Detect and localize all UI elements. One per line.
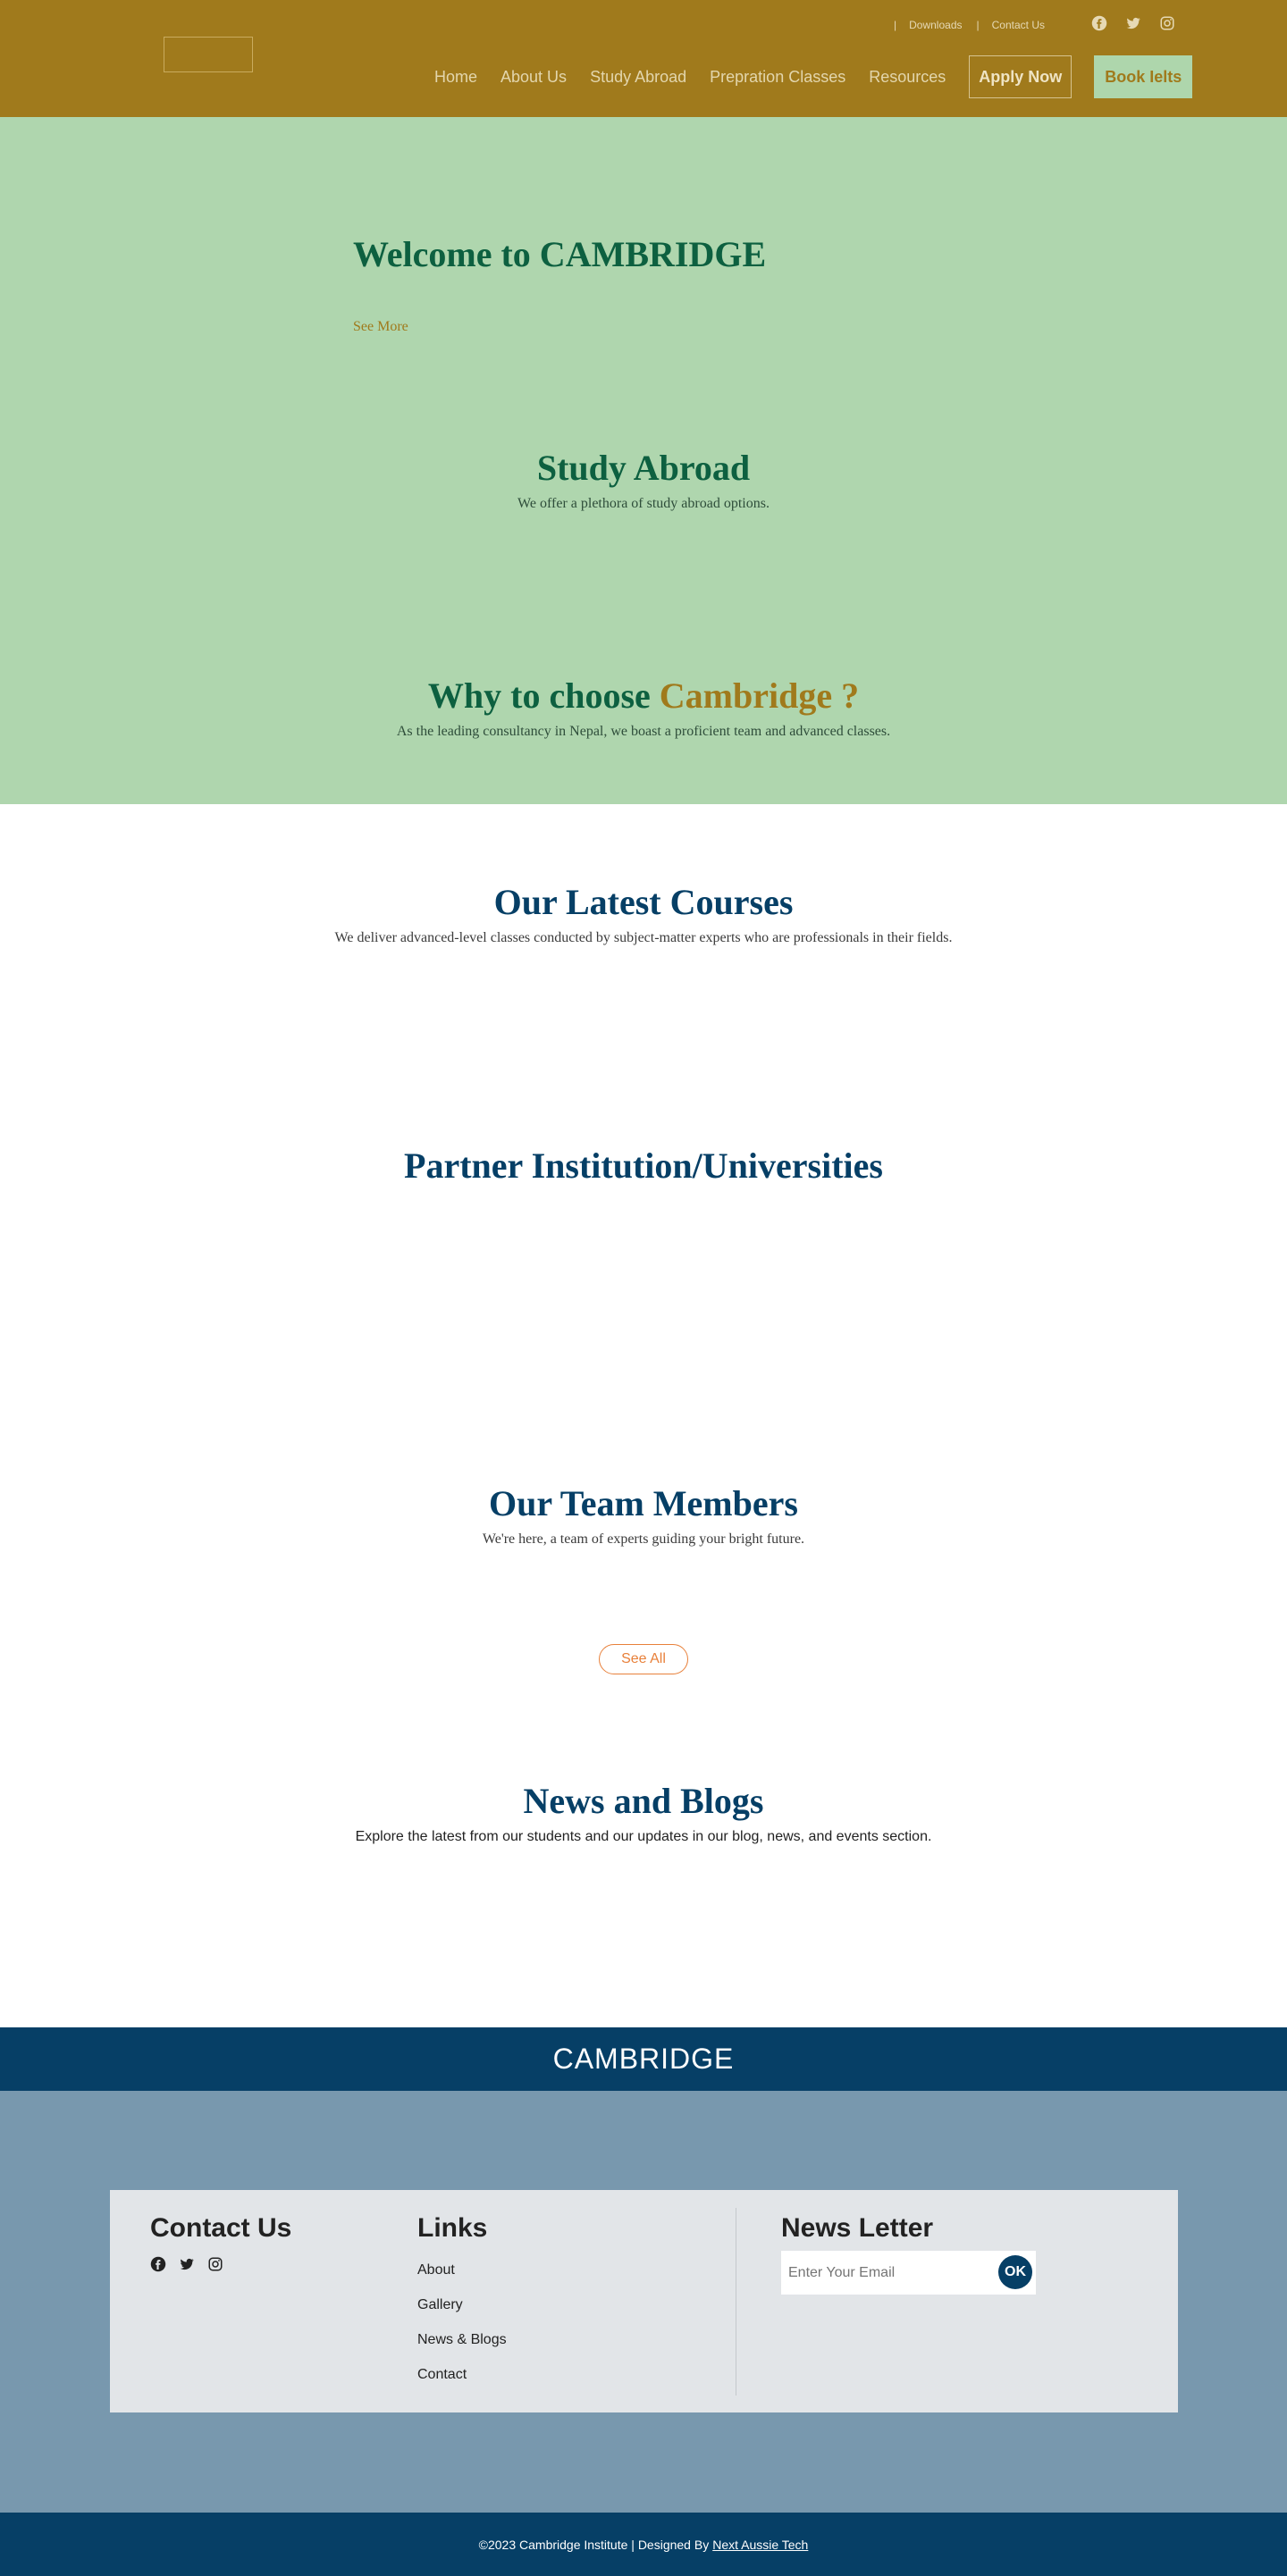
hero-title: Welcome to CAMBRIDGE (353, 234, 767, 274)
facebook-icon[interactable] (150, 2256, 166, 2272)
footer-contact-column: Contact Us (150, 2213, 291, 2272)
footer-links-list: About Gallery News & Blogs Contact (417, 2253, 507, 2392)
downloads-link[interactable]: Downloads (909, 19, 962, 31)
contact-us-link[interactable]: Contact Us (992, 19, 1045, 31)
twitter-icon[interactable] (1124, 14, 1142, 32)
footer-link-news-blogs[interactable]: News & Blogs (417, 2332, 507, 2347)
main-nav: Home About Us Study Abroad Prepration Cl… (434, 55, 1193, 98)
instagram-icon[interactable] (207, 2256, 223, 2272)
designer-link[interactable]: Next Aussie Tech (712, 2538, 808, 2552)
news-section: News and Blogs Explore the latest from o… (0, 1780, 1287, 1845)
facebook-icon[interactable] (1090, 14, 1108, 32)
newsletter-form: OK (781, 2251, 1036, 2295)
see-more-link[interactable]: See More (353, 319, 408, 335)
footer-links-column: Links About Gallery News & Blogs Contact (417, 2213, 507, 2392)
partners-section: Partner Institution/Universities (0, 1145, 1287, 1187)
footer-contact-title: Contact Us (150, 2213, 292, 2243)
hero-section: Welcome to CAMBRIDGE See More Study Abro… (0, 117, 1287, 804)
team-section: Our Team Members We're here, a team of e… (0, 1482, 1287, 1548)
nav-study-abroad[interactable]: Study Abroad (590, 68, 686, 87)
team-title: Our Team Members (489, 1483, 798, 1523)
header-social-icons (1090, 14, 1176, 32)
newsletter-title: News Letter (781, 2213, 934, 2243)
top-link-separator: | (894, 19, 897, 31)
why-choose-section: Why to choose Cambridge ? As the leading… (0, 675, 1287, 740)
footer-social-icons (150, 2256, 291, 2272)
study-abroad-title: Study Abroad (536, 448, 751, 488)
study-abroad-subtitle: We offer a plethora of study abroad opti… (517, 496, 770, 511)
news-subtitle: Explore the latest from our students and… (355, 1829, 932, 1844)
why-choose-subtitle: As the leading consultancy in Nepal, we … (396, 724, 891, 739)
site-header: | Downloads | Contact Us Home About Us S… (0, 0, 1287, 117)
footer-card: Contact Us Links About Gallery News & Bl… (110, 2190, 1178, 2412)
why-choose-title: Why to choose Cambridge ? (0, 675, 1287, 717)
newsletter-submit-button[interactable]: OK (998, 2255, 1032, 2289)
latest-courses-section: Our Latest Courses We deliver advanced-l… (0, 881, 1287, 946)
footer-link-gallery[interactable]: Gallery (417, 2297, 463, 2312)
latest-courses-title: Our Latest Courses (493, 882, 794, 922)
team-subtitle: We're here, a team of experts guiding yo… (482, 1531, 805, 1547)
brand-name: CAMBRIDGE (552, 2043, 735, 2075)
instagram-icon[interactable] (1158, 14, 1176, 32)
footer-link-about[interactable]: About (417, 2262, 455, 2278)
why-choose-title-prefix: Why to choose (427, 675, 660, 716)
footer-links-title: Links (417, 2213, 488, 2243)
top-link-separator: | (976, 19, 980, 31)
site-logo[interactable] (164, 37, 253, 72)
why-choose-title-highlight: Cambridge ? (659, 675, 860, 716)
twitter-icon[interactable] (179, 2256, 195, 2272)
book-ielts-button[interactable]: Book Ielts (1094, 55, 1193, 98)
nav-resources[interactable]: Resources (869, 68, 946, 87)
top-links: | Downloads | Contact Us (894, 19, 1059, 31)
footer-link-contact[interactable]: Contact (417, 2367, 467, 2382)
copyright-bar: ©2023 Cambridge Institute | Designed By … (0, 2513, 1287, 2576)
newsletter-email-input[interactable] (781, 2251, 996, 2295)
latest-courses-subtitle: We deliver advanced-level classes conduc… (334, 930, 953, 945)
news-title: News and Blogs (523, 1781, 764, 1821)
nav-home[interactable]: Home (434, 68, 477, 87)
study-abroad-section: Study Abroad We offer a plethora of stud… (0, 447, 1287, 512)
apply-now-button[interactable]: Apply Now (969, 55, 1072, 98)
partners-title: Partner Institution/Universities (404, 1145, 883, 1186)
brand-bar: CAMBRIDGE (0, 2027, 1287, 2091)
footer-newsletter-column: News Letter OK (781, 2213, 1036, 2295)
site-footer: Contact Us Links About Gallery News & Bl… (0, 2091, 1287, 2513)
copyright-text: ©2023 Cambridge Institute | Designed By (478, 2537, 710, 2552)
see-all-team-button[interactable]: See All (599, 1644, 688, 1674)
nav-about-us[interactable]: About Us (500, 68, 567, 87)
nav-preparation-classes[interactable]: Prepration Classes (710, 68, 845, 87)
